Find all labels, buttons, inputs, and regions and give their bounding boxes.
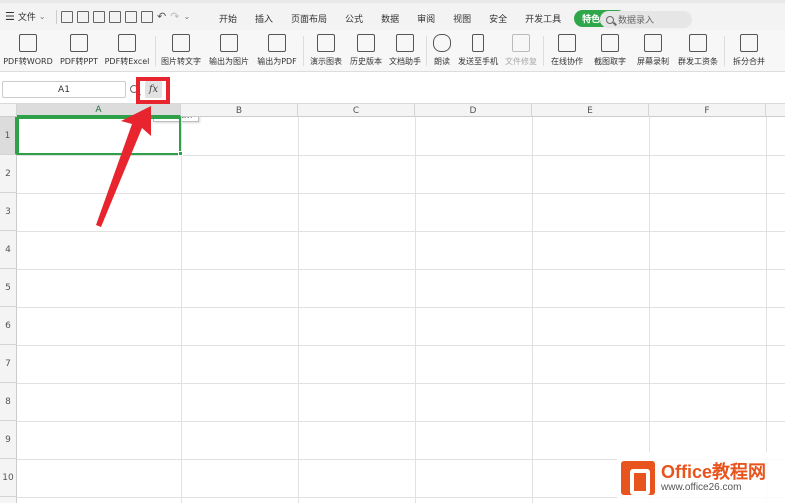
watermark-brand: Office教程网: [661, 462, 767, 482]
annotation-arrow: [96, 106, 151, 227]
watermark-url: www.office26.com: [661, 482, 742, 493]
office-logo-icon: [621, 460, 655, 495]
watermark: Office教程网 www.office26.com: [617, 452, 785, 503]
